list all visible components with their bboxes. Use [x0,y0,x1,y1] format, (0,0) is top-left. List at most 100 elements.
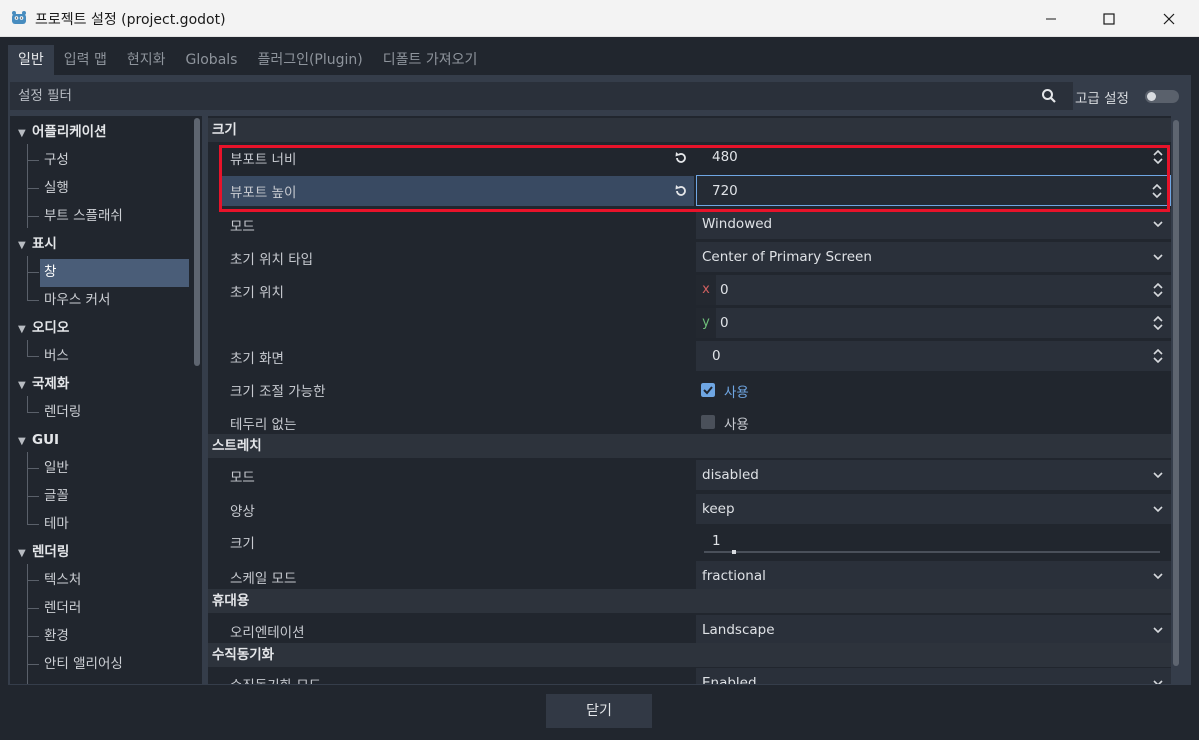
tree-guide [27,188,39,189]
chevron-down-icon [1153,254,1163,261]
tree-category-application[interactable]: ▼ 어플리케이션 [18,119,107,145]
chevron-down-icon: ▼ [18,380,26,391]
tab-plugins[interactable]: 플러그인(Plugin) [247,45,372,75]
borderless-label: 테두리 없는 [230,417,297,433]
initial-position-y-value: 0 [720,315,729,331]
slider-grabber[interactable] [732,550,736,554]
borderless-value-label[interactable]: 사용 [724,413,749,433]
tree-item-renderer[interactable]: 렌더러 [44,595,81,621]
stretch-scale-mode-label: 스케일 모드 [230,571,297,587]
tree-item-anti-aliasing[interactable]: 안티 앨리어싱 [44,651,123,677]
title-bar: 프로젝트 설정 (project.godot) [0,0,1199,37]
tab-localization[interactable]: 현지화 [117,45,176,75]
tree-category-display[interactable]: ▼ 표시 [18,231,57,257]
initial-position-x-value: 0 [720,282,729,298]
initial-position-type-dropdown[interactable]: Center of Primary Screen [696,242,1171,272]
tab-general[interactable]: 일반 [8,45,54,75]
stretch-mode-value: disabled [702,467,759,483]
tree-category-label: 표시 [32,236,57,252]
chevron-down-icon: ▼ [18,548,26,559]
section-handheld[interactable]: 휴대용 [208,589,1171,613]
tree-item-environment[interactable]: 환경 [44,623,69,649]
tree-scrollbar[interactable] [194,118,200,366]
initial-position-type-value: Center of Primary Screen [702,249,872,265]
tree-category-gui[interactable]: ▼ GUI [18,427,59,453]
initial-position-type-label: 초기 위치 타입 [230,252,314,268]
tab-import-defaults[interactable]: 디폴트 가져오기 [373,45,488,75]
chevron-down-icon [1153,506,1163,513]
initial-screen-field[interactable]: 0 [696,341,1171,371]
section-vsync[interactable]: 수직동기화 [208,643,1171,667]
minimize-icon [1046,18,1056,19]
spinner-icon[interactable] [1153,283,1163,297]
tree-category-rendering[interactable]: ▼ 렌더링 [18,539,69,565]
close-button[interactable]: 닫기 [546,694,652,728]
close-window-button[interactable] [1140,0,1198,37]
settings-filter-input[interactable]: 설정 필터 [10,82,1073,110]
tree-guide [27,356,39,357]
window-mode-dropdown[interactable]: Windowed [696,209,1171,239]
initial-position-x-field[interactable]: x 0 [696,275,1171,305]
tree-item-mouse-cursor[interactable]: 마우스 커서 [44,287,110,313]
chevron-down-icon [1153,627,1163,634]
chevron-down-icon: ▼ [18,128,26,139]
window-mode-label: 모드 [230,219,255,235]
stretch-scale-value: 1 [712,533,721,549]
tree-guide [27,256,28,300]
tree-guide [27,664,39,665]
maximize-icon [1103,12,1115,25]
resizable-checkbox[interactable] [701,383,715,397]
inspector-scrollbar[interactable] [1173,120,1179,666]
tree-item-common[interactable]: 일반 [44,455,69,481]
tab-input-map[interactable]: 입력 맵 [54,45,117,75]
tree-category-audio[interactable]: ▼ 오디오 [18,315,69,341]
section-stretch[interactable]: 스트레치 [208,434,1171,458]
tree-item-config[interactable]: 구성 [44,147,69,173]
tree-category-label: 렌더링 [32,544,70,560]
tree-item-run[interactable]: 실행 [44,175,69,201]
y-axis-tag: y [696,308,716,338]
tab-globals[interactable]: Globals [176,45,248,75]
borderless-checkbox[interactable] [701,415,715,429]
chevron-down-icon: ▼ [18,240,26,251]
advanced-settings-toggle[interactable] [1145,90,1179,103]
tree-guide [27,272,39,273]
tree-item-rendering[interactable]: 렌더링 [44,399,81,425]
tree-guide [27,300,39,301]
stretch-aspect-value: keep [702,501,735,517]
tree-item-fonts[interactable]: 글꼴 [44,483,69,509]
tree-item-window[interactable]: 창 [44,259,56,285]
minimize-button[interactable] [1022,0,1080,37]
stretch-aspect-dropdown[interactable]: keep [696,494,1171,524]
stretch-scale-slider[interactable] [704,551,1160,553]
tree-item-boot-splash[interactable]: 부트 스플래쉬 [44,203,123,229]
tree-category-internationalization[interactable]: ▼ 국제화 [18,371,69,397]
tree-guide [27,452,28,524]
vsync-mode-label: 수직동기화 모드 [230,674,321,684]
initial-screen-value: 0 [712,348,721,364]
stretch-mode-dropdown[interactable]: disabled [696,460,1171,490]
tree-item-textures[interactable]: 텍스처 [44,567,81,593]
window-mode-value: Windowed [702,216,773,232]
tree-category-label: GUI [32,432,60,448]
stretch-scale-mode-dropdown[interactable]: fractional [696,561,1171,591]
chevron-down-icon [1153,680,1163,684]
section-size[interactable]: 크기 [208,118,1171,142]
tree-guide [27,636,39,637]
vsync-mode-dropdown[interactable]: Enabled [696,668,1171,684]
initial-position-label: 초기 위치 [230,285,284,301]
spinner-icon[interactable] [1153,349,1163,363]
tree-guide [27,608,39,609]
tree-category-label: 오디오 [32,320,70,336]
initial-screen-label: 초기 화면 [230,351,284,367]
resizable-value-label[interactable]: 사용 [724,381,749,401]
resizable-label: 크기 조절 가능한 [230,384,326,400]
tree-item-buses[interactable]: 버스 [44,343,69,369]
tree-item-theme[interactable]: 테마 [44,511,69,537]
spinner-icon[interactable] [1153,316,1163,330]
initial-position-y-field[interactable]: y 0 [696,308,1171,338]
orientation-dropdown[interactable]: Landscape [696,615,1171,645]
orientation-value: Landscape [702,622,775,638]
maximize-button[interactable] [1080,0,1138,37]
close-icon [1163,13,1175,24]
